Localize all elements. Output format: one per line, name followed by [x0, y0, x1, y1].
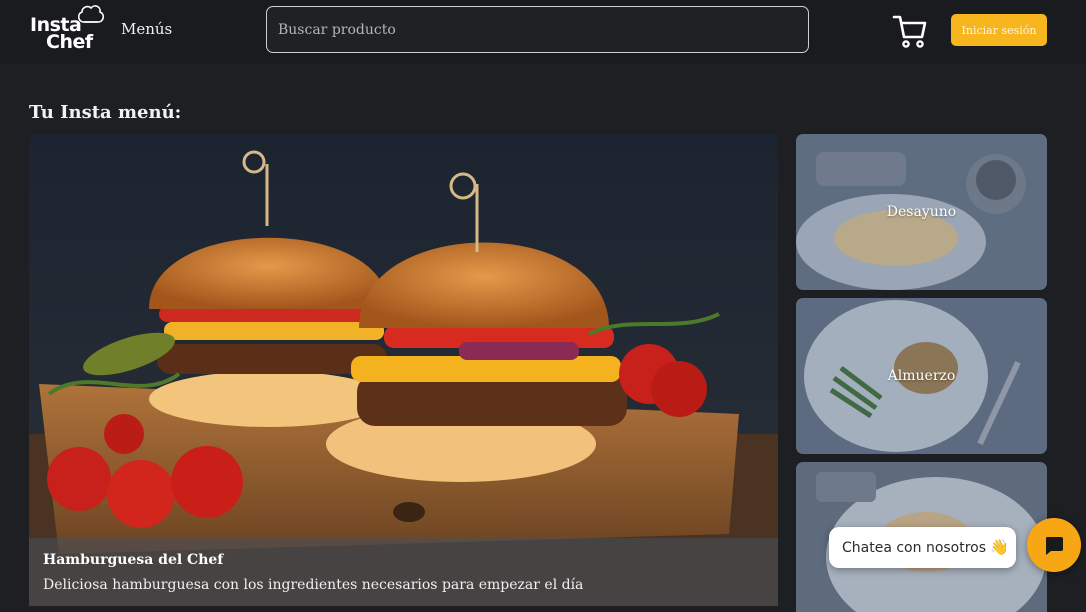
- category-card-almuerzo[interactable]: Almuerzo: [796, 298, 1047, 454]
- section-title: Tu Insta menú:: [29, 102, 182, 123]
- category-label-desayuno: Desayuno: [886, 204, 957, 220]
- featured-dish-title: Hamburguesa del Chef: [43, 552, 224, 568]
- featured-dish-description: Deliciosa hamburguesa con los ingredient…: [43, 577, 584, 593]
- logo-text-chef: Chef: [46, 31, 93, 53]
- waving-hand-icon: 👋: [990, 538, 1009, 556]
- featured-dish-card[interactable]: Hamburguesa del Chef Deliciosa hamburgue…: [29, 134, 778, 606]
- cart-icon[interactable]: [892, 13, 928, 49]
- category-label-almuerzo: Almuerzo: [887, 368, 956, 384]
- chat-prompt-bubble[interactable]: Chatea con nosotros 👋: [829, 527, 1016, 568]
- featured-dish-image: [29, 134, 778, 606]
- instachef-logo[interactable]: Insta Chef: [28, 4, 108, 54]
- search-input[interactable]: [266, 6, 809, 53]
- login-button[interactable]: Iniciar sesión: [951, 14, 1047, 46]
- category-card-desayuno[interactable]: Desayuno: [796, 134, 1047, 290]
- top-navbar: Insta Chef Menús Iniciar sesión: [0, 0, 1086, 64]
- featured-dish-caption: Hamburguesa del Chef Deliciosa hamburgue…: [29, 538, 778, 606]
- chat-icon: [1046, 537, 1063, 555]
- chat-launcher-button[interactable]: [1027, 518, 1081, 572]
- chat-prompt-label: Chatea con nosotros: [842, 540, 987, 556]
- nav-menus-link[interactable]: Menús: [121, 20, 172, 38]
